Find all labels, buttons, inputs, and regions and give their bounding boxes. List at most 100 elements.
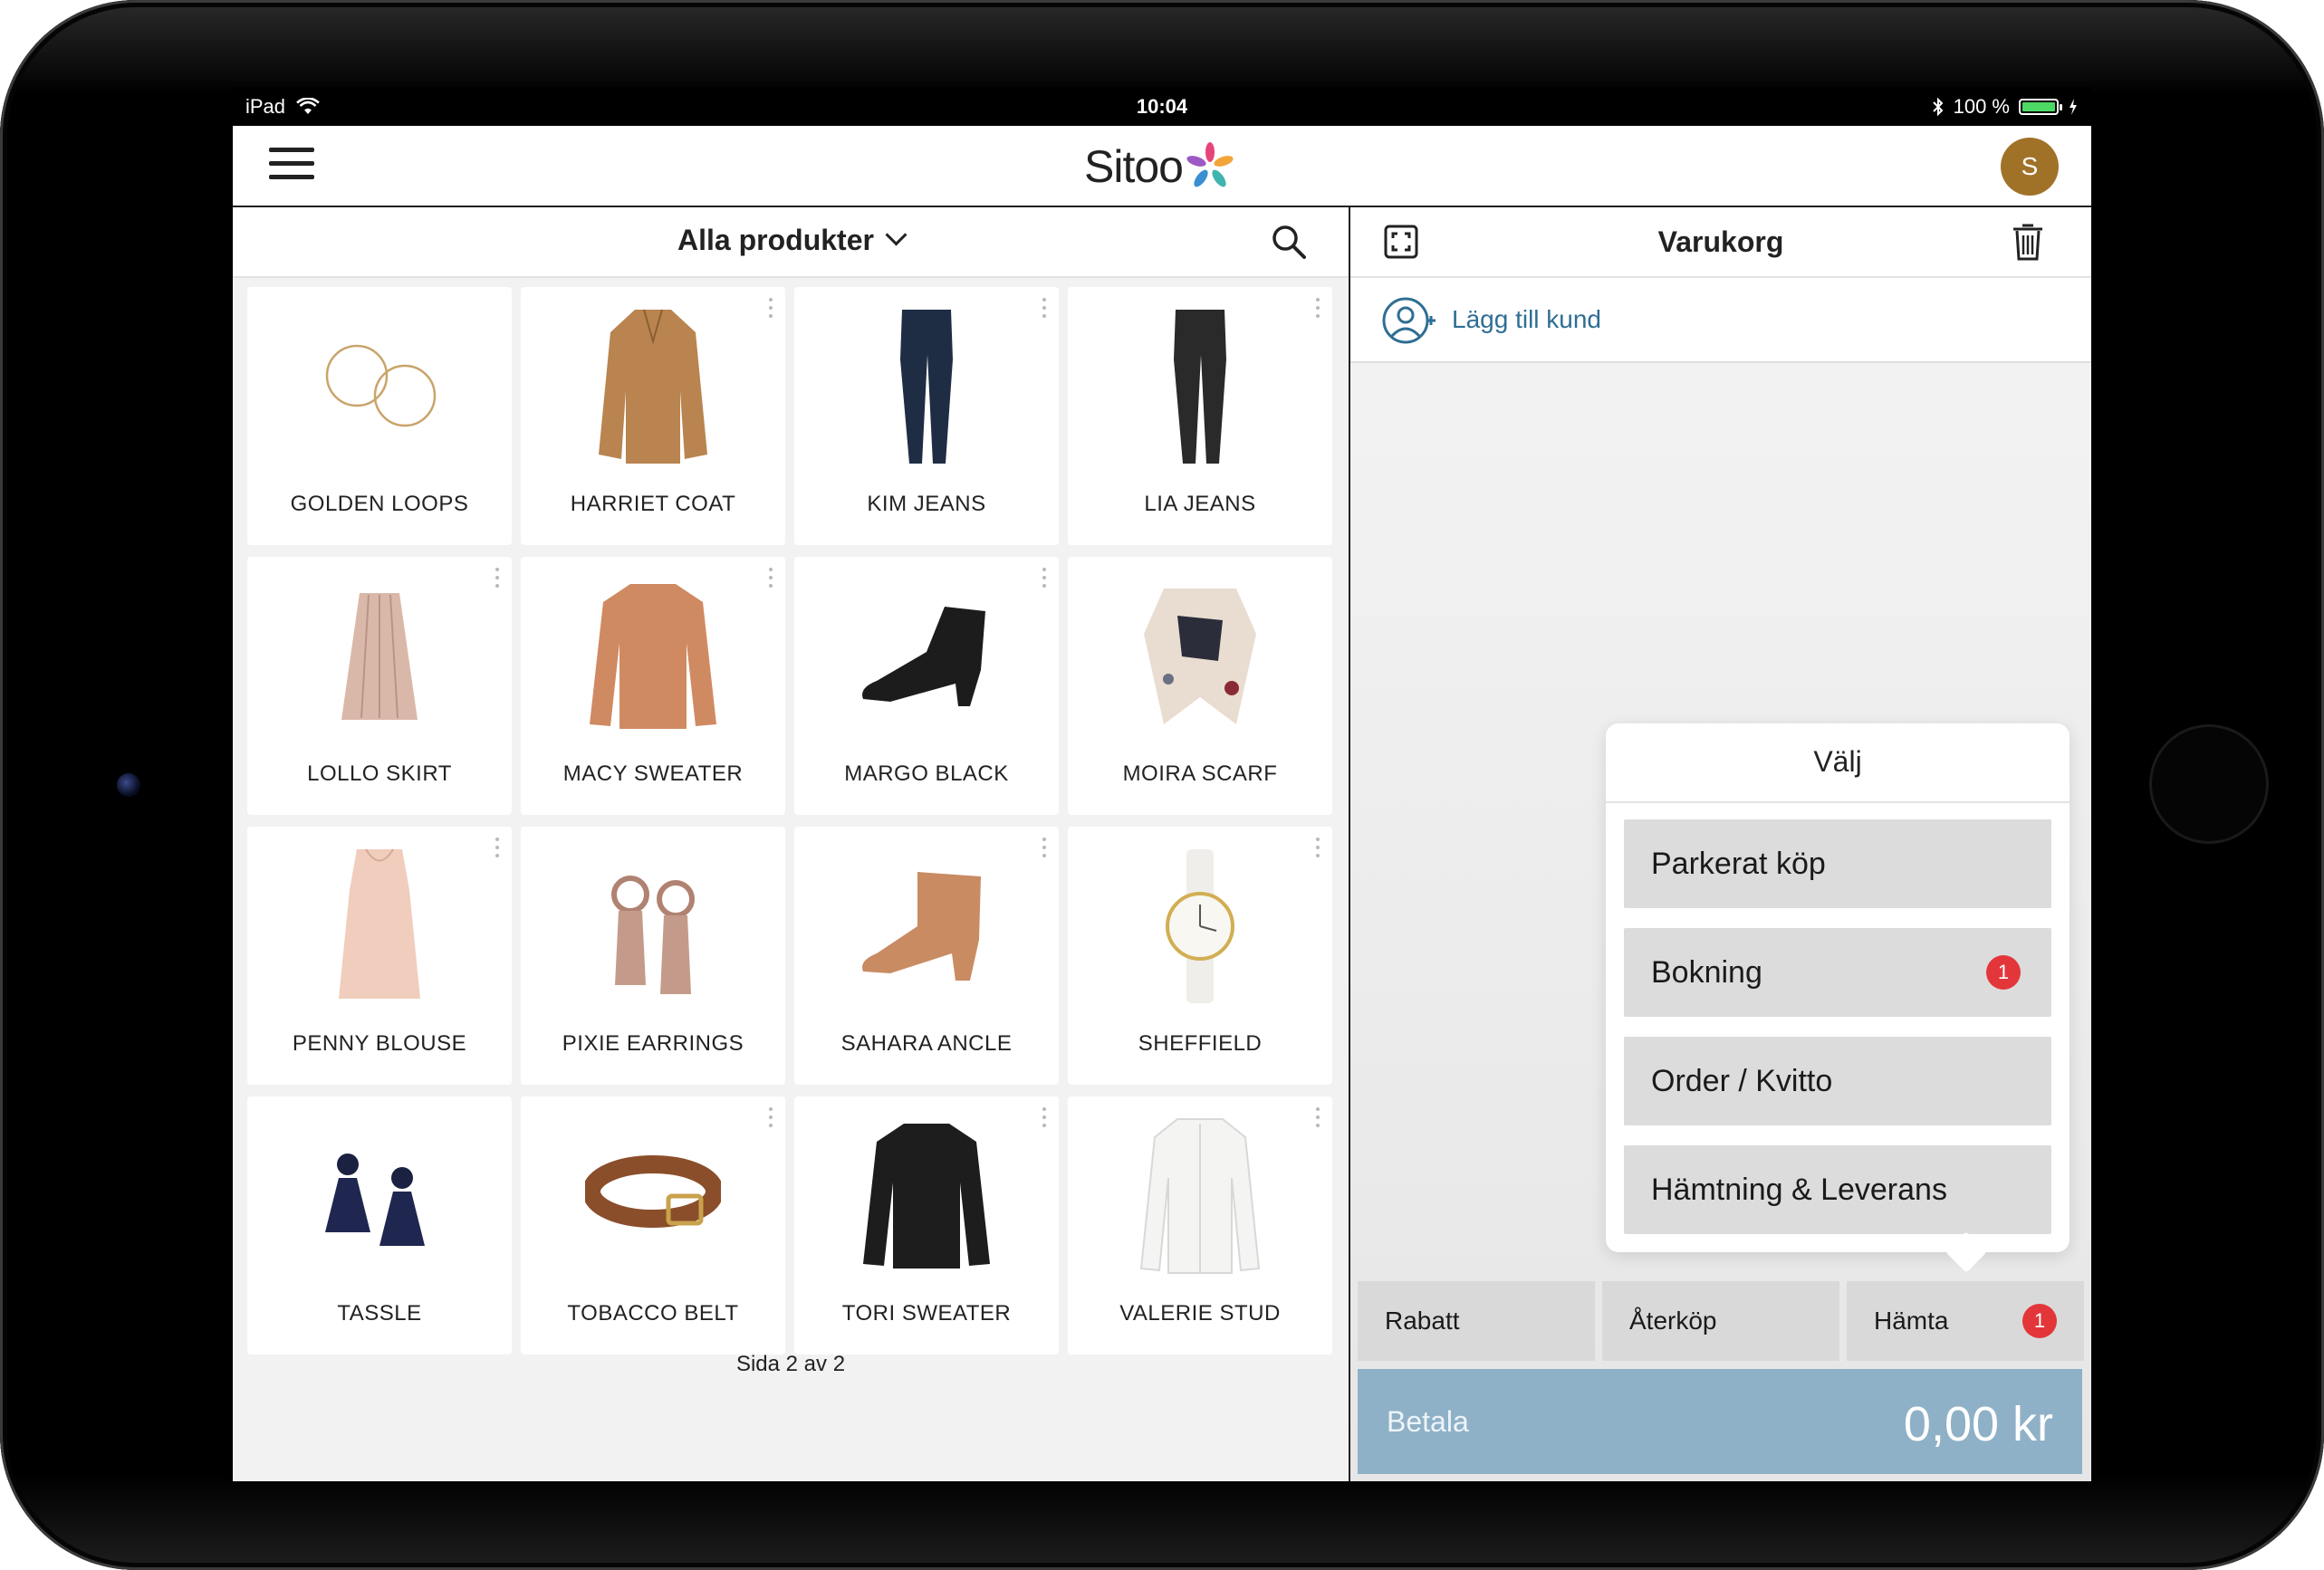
product-tile[interactable]: TORI SWEATER	[794, 1096, 1059, 1355]
product-name: LIA JEANS	[1144, 492, 1256, 516]
product-tile[interactable]: GOLDEN LOOPS	[247, 287, 512, 545]
product-name: SAHARA ANCLE	[840, 1031, 1013, 1056]
action-label: Hämta	[1874, 1307, 1949, 1335]
popover-title: Välj	[1813, 745, 1862, 778]
page-indicator: Sida 2 av 2	[735, 1352, 846, 1376]
app-navbar: Sitoo S	[233, 126, 2091, 207]
category-label: Alla produkter	[677, 224, 874, 256]
notification-badge: 1	[1986, 955, 2021, 990]
product-name: MACY SWEATER	[562, 761, 744, 786]
cart-title: Varukorg	[1657, 225, 1784, 258]
cart-header: Varukorg	[1350, 207, 2091, 278]
option-label: Bokning	[1651, 955, 1762, 990]
product-tile[interactable]: MACY SWEATER	[521, 557, 785, 815]
product-name: KIM JEANS	[867, 492, 986, 516]
popover-divider	[1606, 801, 2070, 803]
order-receipt-option[interactable]: Order / Kvitto	[1624, 1037, 2051, 1125]
product-tile[interactable]: KIM JEANS	[794, 287, 1059, 545]
product-grid: GOLDEN LOOPS HARRIET COAT KIM JEANS LIA …	[247, 287, 1334, 1355]
product-tile[interactable]: LOLLO SKIRT	[247, 557, 512, 815]
skirt-image	[247, 568, 512, 745]
product-name: HARRIET COAT	[570, 492, 736, 516]
add-user-icon	[1382, 297, 1436, 344]
product-tile[interactable]: MARGO BLACK	[794, 557, 1059, 815]
suede-boot-image	[794, 838, 1059, 1015]
product-name: MARGO BLACK	[844, 761, 1009, 786]
product-tile[interactable]: HARRIET COAT	[521, 287, 785, 545]
discount-button[interactable]: Rabatt	[1358, 1281, 1595, 1361]
coat-image	[521, 298, 785, 475]
watch-image	[1068, 838, 1332, 1015]
choose-popover: Välj Parkerat köp Bokning 1 Order / Kvit…	[1606, 723, 2070, 1252]
product-tile[interactable]: PIXIE EARRINGS	[521, 827, 785, 1085]
logo-text: Sitoo	[1084, 141, 1184, 192]
product-tile[interactable]: TOBACCO BELT	[521, 1096, 785, 1355]
jeans-image	[794, 298, 1059, 475]
return-button[interactable]: Återköp	[1602, 1281, 1839, 1361]
pay-button[interactable]: Betala 0,00 kr	[1358, 1369, 2082, 1474]
option-label: Hämtning & Leverans	[1651, 1173, 1947, 1207]
battery-percent: 100 %	[1953, 95, 2010, 118]
product-tile[interactable]: LIA JEANS	[1068, 287, 1332, 545]
product-tile[interactable]: SAHARA ANCLE	[794, 827, 1059, 1085]
product-name: TOBACCO BELT	[567, 1301, 739, 1326]
cart-actions: Rabatt Återköp Hämta 1	[1358, 1281, 2084, 1361]
notification-badge: 1	[2022, 1304, 2057, 1338]
add-customer-label: Lägg till kund	[1452, 305, 1602, 333]
sweater-image	[794, 1107, 1059, 1285]
charging-icon	[2070, 99, 2077, 115]
hoop-earrings-image	[247, 298, 512, 475]
option-label: Parkerat köp	[1651, 847, 1826, 881]
hamburger-menu-icon[interactable]	[269, 148, 314, 184]
jeans-image	[1068, 298, 1332, 475]
chevron-down-icon	[885, 224, 908, 246]
tassel-earrings-image	[247, 1107, 512, 1285]
home-button[interactable]	[2152, 727, 2266, 841]
product-tile[interactable]: PENNY BLOUSE	[247, 827, 512, 1085]
tassel-earrings-image	[521, 838, 785, 1015]
shirt-image	[1068, 1107, 1332, 1285]
blouse-image	[247, 838, 512, 1015]
product-name: VALERIE STUD	[1119, 1301, 1281, 1326]
status-time: 10:04	[1136, 95, 1188, 118]
product-tile[interactable]: TASSLE	[247, 1096, 512, 1355]
product-tile[interactable]: SHEFFIELD	[1068, 827, 1332, 1085]
search-icon[interactable]	[1271, 224, 1307, 260]
belt-image	[521, 1107, 785, 1285]
total-amount: 0,00 kr	[1903, 1397, 2053, 1451]
product-tile[interactable]: VALERIE STUD	[1068, 1096, 1332, 1355]
product-name: PIXIE EARRINGS	[562, 1031, 744, 1056]
category-dropdown[interactable]: Alla produkter	[233, 224, 1349, 257]
product-name: PENNY BLOUSE	[292, 1031, 467, 1056]
product-name: MOIRA SCARF	[1122, 761, 1278, 786]
parked-purchase-option[interactable]: Parkerat köp	[1624, 819, 2051, 908]
add-customer-button[interactable]: Lägg till kund	[1350, 278, 2091, 363]
sitoo-logo: Sitoo	[1084, 140, 1235, 193]
pay-label: Betala	[1387, 1405, 1469, 1438]
action-label: Återköp	[1629, 1307, 1717, 1335]
screen: iPad 10:04 100 % Sitoo S Alla produkter …	[233, 87, 2091, 1481]
bluetooth-icon	[1932, 97, 1944, 117]
product-name: GOLDEN LOOPS	[290, 492, 469, 516]
option-label: Order / Kvitto	[1651, 1064, 1833, 1098]
action-label: Rabatt	[1385, 1307, 1460, 1335]
status-bar: iPad 10:04 100 %	[233, 87, 2091, 126]
booking-option[interactable]: Bokning 1	[1624, 928, 2051, 1017]
product-pane: Alla produkter GOLDEN LOOPS HARRIET COAT…	[233, 207, 1350, 1481]
pickup-delivery-option[interactable]: Hämtning & Leverans	[1624, 1145, 2051, 1234]
user-avatar[interactable]: S	[2001, 138, 2059, 196]
product-name: SHEFFIELD	[1138, 1031, 1263, 1056]
product-tile[interactable]: MOIRA SCARF	[1068, 557, 1332, 815]
product-name: TORI SWEATER	[841, 1301, 1012, 1326]
sweater-image	[521, 568, 785, 745]
battery-icon	[2019, 99, 2062, 115]
trash-icon[interactable]	[2012, 222, 2044, 262]
flower-logo-icon	[1186, 142, 1234, 187]
ankle-boot-image	[794, 568, 1059, 745]
product-name: TASSLE	[337, 1301, 422, 1326]
product-header: Alla produkter	[233, 207, 1349, 278]
product-name: LOLLO SKIRT	[307, 761, 452, 786]
cart-pane: Varukorg Lägg till kund Välj Parkerat kö…	[1350, 207, 2091, 1481]
scarf-image	[1068, 568, 1332, 745]
retrieve-button[interactable]: Hämta 1	[1847, 1281, 2084, 1361]
